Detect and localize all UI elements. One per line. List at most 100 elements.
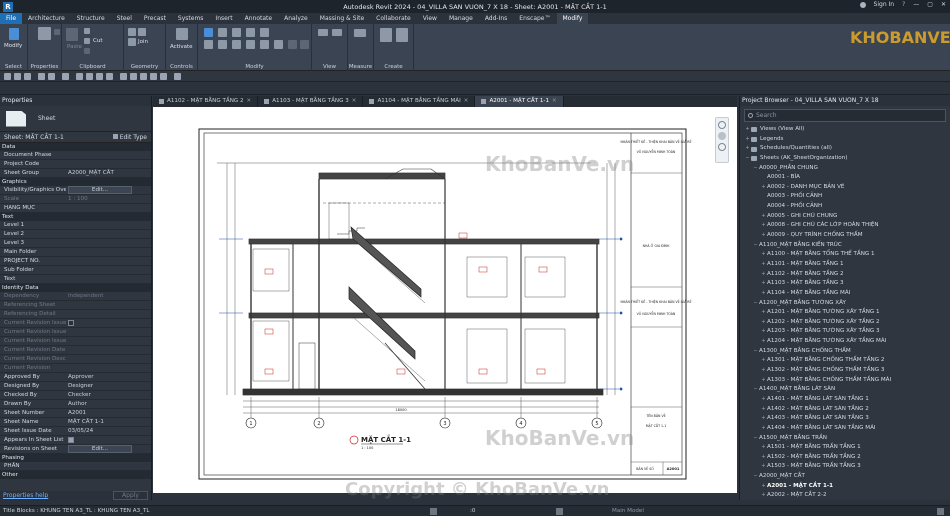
expand-toggle-icon[interactable]: + (760, 308, 767, 318)
scale-icon[interactable] (274, 40, 283, 49)
join-icon[interactable] (128, 38, 136, 46)
3d-view-icon[interactable] (120, 73, 127, 80)
design-options-icon[interactable] (556, 508, 563, 515)
sync-icon[interactable] (24, 73, 31, 80)
prop-value[interactable]: Approver (66, 373, 151, 381)
align-icon[interactable] (204, 28, 213, 37)
minimize-button[interactable]: — (913, 1, 919, 8)
view-tab[interactable]: A1103 - MẶT BẰNG TẦNG 3 ✕ (258, 96, 364, 107)
maximize-button[interactable]: ▢ (927, 1, 933, 8)
ribbon-tab-analyze[interactable]: Analyze (278, 13, 314, 24)
group-label-select[interactable]: Select (0, 64, 27, 70)
close-hidden-icon[interactable] (150, 73, 157, 80)
expand-toggle-icon[interactable]: + (760, 395, 767, 405)
sign-in-link[interactable]: Sign In (874, 1, 895, 8)
browser-item[interactable]: + A1103 - MẶT BẰNG TẦNG 3 (740, 279, 950, 289)
prop-value[interactable] (66, 221, 151, 229)
cut-icon[interactable] (84, 38, 90, 44)
active-model[interactable]: Main Model (612, 508, 644, 514)
browser-item[interactable]: − A1100_MẶT BẰNG KIẾN TRÚC (740, 241, 950, 251)
expand-toggle-icon[interactable]: + (760, 270, 767, 280)
close-button[interactable]: ✕ (941, 1, 946, 8)
expand-toggle-icon[interactable]: + (760, 356, 767, 366)
browser-item[interactable]: − A1400_MẶT BẰNG LÁT SÀN (740, 385, 950, 395)
type-selector[interactable]: Sheet (0, 106, 151, 132)
browser-item[interactable]: + A1303 - MẶT BẰNG CHỐNG THẤM TẦNG MÁI (740, 376, 950, 386)
modify-button-label[interactable]: Modify (4, 43, 22, 49)
ribbon-tab-modify[interactable]: Modify (556, 13, 589, 24)
view-tab[interactable]: A1102 - MẶT BẰNG TẦNG 2 ✕ (153, 96, 259, 107)
hide-element-icon[interactable] (318, 29, 328, 36)
split-icon[interactable] (260, 28, 269, 37)
browser-item[interactable]: + A0009 - QUY TRÌNH CHỐNG THẤM (740, 231, 950, 241)
prop-section-text[interactable]: Text (0, 213, 151, 221)
full-navigation-wheel-icon[interactable] (718, 132, 726, 140)
expand-toggle-icon[interactable]: + (760, 443, 767, 453)
prop-value[interactable]: MẶT CẮT 1-1 (66, 418, 151, 426)
thin-lines-icon[interactable] (140, 73, 147, 80)
browser-item[interactable]: − A1200_MẶT BẰNG TƯỜNG XÂY (740, 299, 950, 309)
match-type-icon[interactable] (84, 48, 90, 54)
browser-item[interactable]: + A1501 - MẶT BẰNG TRẦN TẦNG 1 (740, 443, 950, 453)
expand-toggle-icon[interactable]: + (760, 318, 767, 328)
expand-toggle-icon[interactable]: + (744, 135, 751, 145)
trim-extend-icon[interactable] (246, 40, 255, 49)
edit-type-button[interactable]: Edit Type (112, 133, 147, 141)
customize-qat-icon[interactable] (174, 73, 181, 80)
aligned-dimension-icon[interactable] (86, 73, 93, 80)
override-graphics-icon[interactable] (332, 29, 342, 36)
prop-section-other[interactable]: Other (0, 471, 151, 479)
ribbon-tab-manage[interactable]: Manage (443, 13, 479, 24)
array-icon[interactable] (260, 40, 269, 49)
prop-value[interactable] (66, 248, 151, 256)
print-icon[interactable] (62, 73, 69, 80)
ribbon-tab-systems[interactable]: Systems (172, 13, 210, 24)
browser-item[interactable]: + A2002 - MẶT CẮT 2-2 (740, 491, 950, 500)
view-cube-icon[interactable] (718, 121, 726, 129)
text-icon[interactable] (106, 73, 113, 80)
cut-label[interactable]: Cut (93, 38, 102, 44)
expand-toggle-icon[interactable]: + (760, 250, 767, 260)
browser-item[interactable]: + Schedules/Quantities (all) (740, 144, 950, 154)
browser-item[interactable]: + A1402 - MẶT BẰNG LÁT SÀN TẦNG 2 (740, 405, 950, 415)
cope-icon[interactable] (128, 28, 136, 36)
redo-icon[interactable] (48, 73, 55, 80)
tag-icon[interactable] (96, 73, 103, 80)
prop-checkbox[interactable] (68, 319, 74, 326)
activate-icon[interactable] (176, 28, 188, 40)
browser-item[interactable]: + A1102 - MẶT BẰNG TẦNG 2 (740, 270, 950, 280)
browser-item[interactable]: + Legends (740, 135, 950, 145)
delete-icon[interactable] (300, 40, 309, 49)
browser-search[interactable]: Search (744, 109, 946, 122)
close-tab-icon[interactable]: ✕ (464, 96, 469, 107)
offset-icon[interactable] (218, 28, 227, 37)
view-tab[interactable]: A2001 - MẶT CẮT 1-1 ✕ (475, 96, 564, 107)
prop-value[interactable] (66, 462, 151, 470)
view-tab[interactable]: A1104 - MẶT BẰNG TẦNG MÁI ✕ (363, 96, 476, 107)
expand-toggle-icon[interactable]: + (760, 212, 767, 222)
browser-item[interactable]: + A1201 - MẶT BẰNG TƯỜNG XÂY TẦNG 1 (740, 308, 950, 318)
browser-item[interactable]: + Views (View All) (740, 125, 950, 135)
switch-windows-icon[interactable] (160, 73, 167, 80)
expand-toggle-icon[interactable]: + (760, 327, 767, 337)
prop-edit-button[interactable]: Edit... (68, 445, 132, 453)
browser-item[interactable]: + A1104 - MẶT BẰNG TẦNG MÁI (740, 289, 950, 299)
expand-toggle-icon[interactable]: + (744, 125, 751, 135)
browser-item[interactable]: + A1503 - MẶT BẰNG TRẦN TẦNG 3 (740, 462, 950, 472)
type-properties-icon[interactable] (54, 29, 60, 35)
join-label[interactable]: Join (138, 39, 148, 45)
worksets-icon[interactable] (430, 508, 437, 515)
prop-section-graphics[interactable]: Graphics (0, 178, 151, 186)
expand-toggle-icon[interactable]: + (760, 482, 767, 492)
properties-help-link[interactable]: Properties help (3, 492, 48, 499)
browser-item[interactable]: + A1502 - MẶT BẰNG TRẦN TẦNG 2 (740, 453, 950, 463)
ribbon-tab-massing-site[interactable]: Massing & Site (314, 13, 370, 24)
create-assembly-icon[interactable] (380, 28, 392, 42)
browser-item[interactable]: + A1202 - MẶT BẰNG TƯỜNG XÂY TẦNG 2 (740, 318, 950, 328)
prop-value[interactable] (66, 230, 151, 238)
expand-toggle-icon[interactable]: + (760, 414, 767, 424)
browser-item[interactable]: − A2000_MẶT CẮT (740, 472, 950, 482)
ribbon-tab-enscape[interactable]: Enscape™ (513, 13, 556, 24)
prop-checkbox[interactable] (68, 436, 74, 443)
browser-item[interactable]: + A0008 - GHI CHÚ CÁC LỚP HOÀN THIỆN (740, 221, 950, 231)
